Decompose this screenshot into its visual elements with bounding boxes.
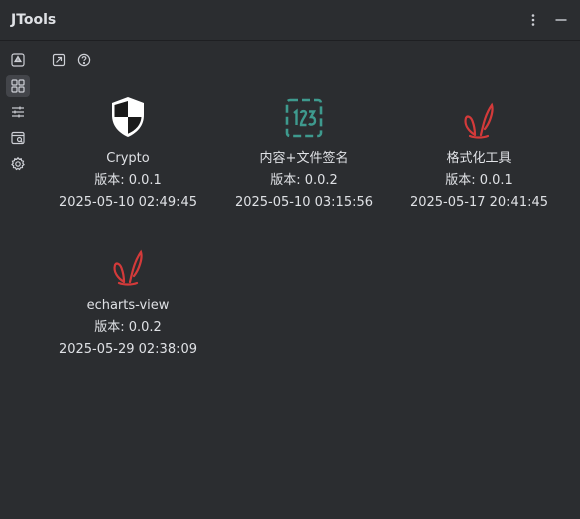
plugin-name: echarts-view [86, 298, 170, 313]
minimize-button[interactable] [550, 9, 572, 31]
title-bar: JTools [0, 0, 580, 41]
card-icon-wrapper [43, 95, 213, 139]
title-actions [522, 9, 572, 31]
plugin-date: 2025-05-10 02:49:45 [58, 195, 198, 210]
plugin-version: 版本: 0.0.2 [270, 173, 338, 188]
plugin-name: Crypto [106, 151, 150, 166]
plugin-card-echarts-view[interactable]: echarts-view 版本: 0.0.2 2025-05-29 02:38:… [43, 242, 213, 361]
sliders-icon [12, 106, 24, 118]
plugin-date: 2025-05-10 03:15:56 [234, 195, 374, 210]
plugin-date: 2025-05-17 20:41:45 [409, 195, 549, 210]
app-title: JTools [11, 12, 57, 28]
sidebar-item-apps[interactable] [6, 75, 30, 97]
plugin-panel: Crypto 版本: 0.0.1 2025-05-10 02:49:45 内容+… [36, 42, 580, 519]
plugin-card-crypto[interactable]: Crypto 版本: 0.0.1 2025-05-10 02:49:45 [43, 95, 213, 214]
plugin-name: 格式化工具 [446, 151, 512, 166]
sidebar-item-calendar[interactable] [6, 127, 30, 149]
plugin-card-content-file-signature[interactable]: 内容+文件签名 版本: 0.0.2 2025-05-10 03:15:56 [219, 95, 389, 214]
apps-grid-icon [11, 79, 25, 93]
plugin-card-formatter[interactable]: 格式化工具 版本: 0.0.1 2025-05-17 20:41:45 [394, 95, 564, 214]
rabbit-ears-icon [464, 102, 494, 139]
calendar-window-icon [11, 131, 25, 145]
plugin-name: 内容+文件签名 [259, 151, 349, 166]
more-vertical-icon [531, 14, 535, 26]
open-external-button[interactable] [50, 51, 68, 69]
minimize-icon [555, 19, 567, 21]
external-link-icon [52, 53, 66, 67]
card-icon-wrapper [394, 95, 564, 139]
numbers-123-icon [285, 98, 323, 138]
plugin-version: 版本: 0.0.1 [94, 173, 162, 188]
sidebar-item-plugin-store[interactable] [6, 49, 30, 71]
card-icon-wrapper [219, 95, 389, 139]
rabbit-ears-icon [113, 249, 143, 286]
left-sidebar [0, 42, 36, 519]
plugin-version: 版本: 0.0.2 [94, 320, 162, 335]
sidebar-item-sliders[interactable] [6, 101, 30, 123]
settings-gear-icon [11, 156, 25, 171]
sidebar-item-settings[interactable] [6, 153, 30, 175]
help-button[interactable] [75, 51, 93, 69]
more-options-button[interactable] [522, 9, 544, 31]
plugin-store-icon [11, 53, 25, 67]
card-icon-wrapper [43, 242, 213, 286]
help-icon [77, 53, 91, 67]
shield-icon [112, 97, 144, 137]
plugin-version: 版本: 0.0.1 [445, 173, 513, 188]
plugin-date: 2025-05-29 02:38:09 [58, 342, 198, 357]
